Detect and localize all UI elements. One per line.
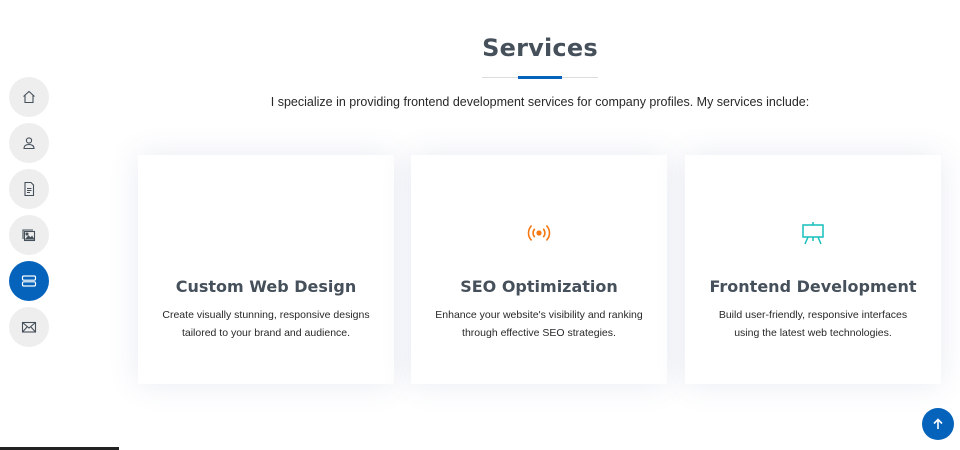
palette-icon — [138, 217, 394, 249]
person-icon — [23, 137, 35, 150]
server-icon — [21, 275, 37, 287]
section-intro: I specialize in providing frontend devel… — [270, 95, 810, 109]
card-description: Build user-friendly, responsive interfac… — [718, 309, 908, 339]
card-title: Frontend Development — [709, 277, 917, 296]
side-nav — [9, 77, 49, 353]
card-description: Enhance your website's visibility and ra… — [435, 309, 643, 339]
service-card-frontend[interactable]: Frontend Development Build user-friendly… — [685, 155, 941, 384]
envelope-icon — [21, 321, 37, 333]
nav-services-button[interactable] — [9, 261, 49, 301]
arrow-up-icon — [933, 418, 943, 429]
nav-contact-button[interactable] — [9, 307, 49, 347]
card-title: SEO Optimization — [460, 277, 618, 296]
page-title: Services — [482, 34, 598, 62]
service-card-web-design[interactable]: Custom Web Design Create visually stunni… — [138, 155, 394, 384]
images-icon — [22, 229, 36, 242]
service-card-seo[interactable]: SEO Optimization Enhance your website's … — [411, 155, 667, 384]
broadcast-icon — [527, 225, 551, 241]
card-title: Custom Web Design — [175, 277, 357, 296]
easel-icon — [802, 222, 824, 245]
title-divider-accent — [518, 76, 562, 79]
nav-portfolio-button[interactable] — [9, 215, 49, 255]
file-text-icon — [24, 181, 35, 197]
nav-resume-button[interactable] — [9, 169, 49, 209]
scroll-top-button[interactable] — [922, 408, 954, 440]
section-header: Services — [430, 34, 650, 79]
nav-about-button[interactable] — [9, 123, 49, 163]
card-description: Create visually stunning, responsive des… — [162, 309, 370, 339]
